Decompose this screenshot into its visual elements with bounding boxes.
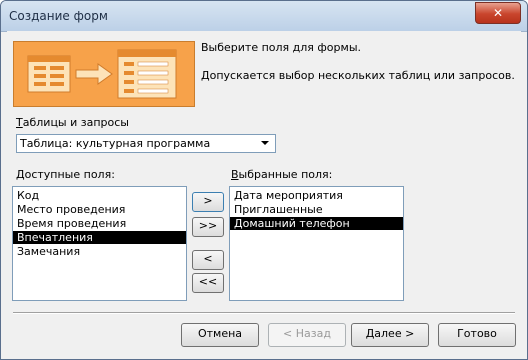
available-fields-list[interactable]: Код Место проведения Время проведения Вп… <box>12 186 187 301</box>
source-selected-value: Таблица: культурная программа <box>20 137 211 150</box>
next-button[interactable]: Далее > <box>351 323 429 347</box>
wizard-window: Создание форм ✕ Выберите поля для формы.… <box>0 0 528 360</box>
wizard-prompt: Выберите поля для формы. <box>201 41 361 54</box>
list-item[interactable]: Замечания <box>13 245 186 258</box>
cancel-button[interactable]: Отмена <box>181 323 259 347</box>
add-field-button[interactable]: > <box>192 192 224 212</box>
wizard-banner-illustration <box>13 41 195 107</box>
separator <box>13 312 515 314</box>
selected-fields-label: Выбранные поля: <box>231 168 333 181</box>
remove-field-button[interactable]: < <box>192 250 224 270</box>
source-label: Таблицы и запросы <box>16 116 129 129</box>
dropdown-arrow-icon[interactable] <box>261 141 269 145</box>
selected-fields-list[interactable]: Дата мероприятия Приглашенные Домашний т… <box>229 186 404 301</box>
list-item-selected[interactable]: Домашний телефон <box>230 217 403 230</box>
remove-all-fields-button[interactable]: << <box>192 273 224 293</box>
finish-button[interactable]: Готово <box>438 323 516 347</box>
source-combobox[interactable]: Таблица: культурная программа <box>16 134 276 153</box>
available-fields-label: Доступные поля: <box>16 168 115 181</box>
back-button[interactable]: < Назад <box>268 323 346 347</box>
wizard-hint: Допускается выбор нескольких таблиц или … <box>201 69 515 82</box>
window-title: Создание форм <box>9 9 108 23</box>
list-item[interactable]: Время проведения <box>13 217 186 230</box>
add-all-fields-button[interactable]: >> <box>192 217 224 237</box>
list-item[interactable]: Код <box>13 189 186 202</box>
list-item[interactable]: Приглашенные <box>230 203 403 216</box>
dialog-body: Выберите поля для формы. Допускается выб… <box>7 31 521 353</box>
title-bar: Создание форм ✕ <box>1 1 527 32</box>
list-item[interactable]: Место проведения <box>13 203 186 216</box>
list-item[interactable]: Дата мероприятия <box>230 189 403 202</box>
list-item-selected[interactable]: Впечатления <box>13 231 186 244</box>
close-button[interactable]: ✕ <box>475 2 521 24</box>
